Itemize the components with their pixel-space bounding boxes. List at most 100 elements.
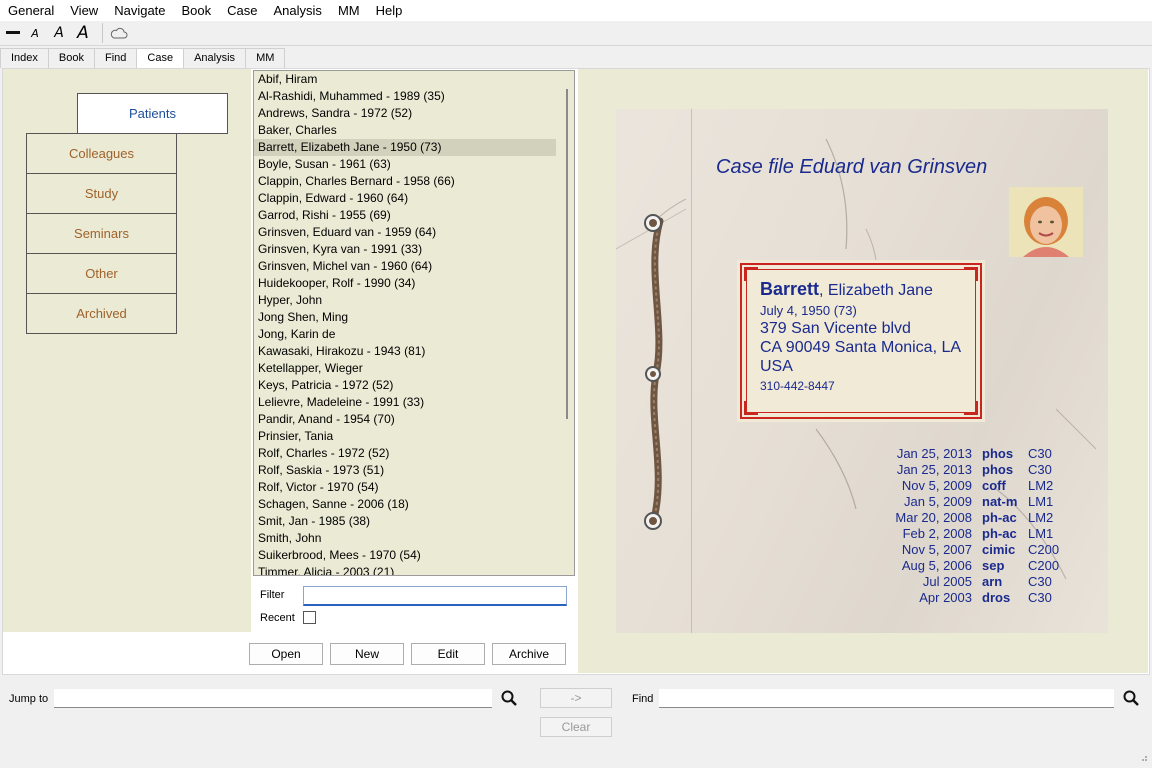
- patient-address-line1: 379 San Vicente blvd: [760, 320, 911, 337]
- history-row[interactable]: Mar 20, 2008 ph-ac LM2: [886, 510, 1086, 526]
- history-row[interactable]: Apr 2003 dros C30: [886, 590, 1086, 606]
- menu-analysis[interactable]: Analysis: [266, 0, 330, 21]
- case-file-cover[interactable]: Case file Eduard van Grinsven Barrett, E…: [616, 109, 1108, 633]
- tab-book[interactable]: Book: [47, 48, 95, 68]
- history-row[interactable]: Jul 2005 arn C30: [886, 574, 1086, 590]
- category-study[interactable]: Study: [26, 173, 177, 214]
- resize-grip-icon[interactable]: [1140, 751, 1148, 765]
- patient-list-item[interactable]: Huidekooper, Rolf - 1990 (34): [254, 275, 574, 292]
- recent-checkbox[interactable]: [303, 611, 316, 624]
- patient-list-item[interactable]: Garrod, Rishi - 1955 (69): [254, 207, 574, 224]
- history-row[interactable]: Jan 25, 2013 phos C30: [886, 446, 1086, 462]
- card-corner-ornament: [964, 401, 978, 415]
- history-date: Jan 5, 2009: [904, 494, 972, 509]
- patient-list-item[interactable]: Schagen, Sanne - 2006 (18): [254, 496, 574, 513]
- filter-input[interactable]: [303, 586, 567, 606]
- history-potency: C30: [1028, 446, 1052, 461]
- history-row[interactable]: Nov 5, 2007 cimic C200: [886, 542, 1086, 558]
- category-colleagues[interactable]: Colleagues: [26, 133, 177, 174]
- font-medium-icon[interactable]: A: [48, 22, 70, 44]
- tab-case[interactable]: Case: [136, 48, 185, 69]
- patient-list-item[interactable]: Timmer, Alicia - 2003 (21): [254, 564, 574, 575]
- find-search-icon[interactable]: [1121, 688, 1141, 708]
- patient-list-item[interactable]: Jong Shen, Ming: [254, 309, 574, 326]
- history-row[interactable]: Aug 5, 2006 sep C200: [886, 558, 1086, 574]
- history-row[interactable]: Jan 5, 2009 nat-m LM1: [886, 494, 1086, 510]
- patient-list-item[interactable]: Kawasaki, Hirakozu - 1943 (81): [254, 343, 574, 360]
- patient-list-item[interactable]: Rolf, Charles - 1972 (52): [254, 445, 574, 462]
- font-large-icon[interactable]: A: [72, 22, 94, 44]
- patient-list-item[interactable]: Abif, Hiram: [254, 71, 574, 88]
- patient-list-item[interactable]: Jong, Karin de: [254, 326, 574, 343]
- category-patients[interactable]: Patients: [77, 93, 228, 134]
- menu-general[interactable]: General: [0, 0, 62, 21]
- menu-view[interactable]: View: [62, 0, 106, 21]
- bottom-bar: Jump to -> Find Clear: [0, 677, 1152, 768]
- patient-list-item[interactable]: Rolf, Saskia - 1973 (51): [254, 462, 574, 479]
- patient-list-item[interactable]: Prinsier, Tania: [254, 428, 574, 445]
- jump-to-input[interactable]: [54, 689, 492, 708]
- patient-list-item[interactable]: Al-Rashidi, Muhammed - 1989 (35): [254, 88, 574, 105]
- history-row[interactable]: Feb 2, 2008 ph-ac LM1: [886, 526, 1086, 542]
- patient-list-item[interactable]: Keys, Patricia - 1972 (52): [254, 377, 574, 394]
- find-input[interactable]: [659, 689, 1114, 708]
- toolbar: A A A: [0, 21, 1152, 46]
- history-date: Mar 20, 2008: [895, 510, 972, 525]
- patient-list-item[interactable]: Smit, Jan - 1985 (38): [254, 513, 574, 530]
- tab-mm[interactable]: MM: [245, 48, 286, 68]
- patient-list-item[interactable]: Hyper, John: [254, 292, 574, 309]
- recent-label: Recent: [260, 612, 295, 624]
- patient-list-item[interactable]: Pandir, Anand - 1954 (70): [254, 411, 574, 428]
- patient-address-line2: CA 90049 Santa Monica, LA: [760, 339, 962, 356]
- category-archived[interactable]: Archived: [26, 293, 177, 334]
- new-button[interactable]: New: [330, 643, 404, 665]
- category-area: Archived Other Seminars Study Colleagues…: [3, 69, 251, 632]
- prescription-history: Jan 25, 2013 phos C30 Jan 25, 2013 phos C30 No…: [886, 446, 1086, 606]
- patient-list-item[interactable]: Clappin, Charles Bernard - 1958 (66): [254, 173, 574, 190]
- history-remedy: ph-ac: [982, 526, 1017, 541]
- edit-button[interactable]: Edit: [411, 643, 485, 665]
- menu-mm[interactable]: MM: [330, 0, 368, 21]
- menu-navigate[interactable]: Navigate: [106, 0, 173, 21]
- font-small-icon[interactable]: A: [24, 22, 46, 44]
- history-row[interactable]: Nov 5, 2009 coff LM2: [886, 478, 1086, 494]
- category-other[interactable]: Other: [26, 253, 177, 294]
- card-corner-ornament: [744, 401, 758, 415]
- patient-list-item[interactable]: Smith, John: [254, 530, 574, 547]
- patient-list-item[interactable]: Clappin, Edward - 1960 (64): [254, 190, 574, 207]
- patient-list-item[interactable]: Andrews, Sandra - 1972 (52): [254, 105, 574, 122]
- patient-phone: 310-442-8447: [760, 379, 835, 393]
- tab-find[interactable]: Find: [94, 48, 138, 68]
- patient-list-item[interactable]: Grinsven, Michel van - 1960 (64): [254, 258, 574, 275]
- patient-list-item[interactable]: Baker, Charles: [254, 122, 574, 139]
- history-potency: C30: [1028, 462, 1052, 477]
- list-scrollbar[interactable]: [566, 89, 568, 419]
- patient-list-item[interactable]: Boyle, Susan - 1961 (63): [254, 156, 574, 173]
- history-remedy: nat-m: [982, 494, 1018, 509]
- patient-list-item[interactable]: Lelievre, Madeleine - 1991 (33): [254, 394, 574, 411]
- patient-list-item[interactable]: Rolf, Victor - 1970 (54): [254, 479, 574, 496]
- patient-list-item[interactable]: Suikerbrood, Mees - 1970 (54): [254, 547, 574, 564]
- patient-list[interactable]: Abif, Hiram Al-Rashidi, Muhammed - 1989 (…: [253, 70, 575, 576]
- menu-case[interactable]: Case: [219, 0, 265, 21]
- clear-button[interactable]: Clear: [540, 717, 612, 737]
- patient-list-item[interactable]: Ketellapper, Wieger: [254, 360, 574, 377]
- archive-button[interactable]: Archive: [492, 643, 566, 665]
- cloud-icon[interactable]: [109, 22, 129, 44]
- minus-icon[interactable]: [4, 22, 22, 44]
- go-button[interactable]: ->: [540, 688, 612, 708]
- history-row[interactable]: Jan 25, 2013 phos C30: [886, 462, 1086, 478]
- patient-list-item[interactable]: Barrett, Elizabeth Jane - 1950 (73): [254, 139, 556, 156]
- main-tabs: Index Book Find Case Analysis MM: [0, 48, 286, 69]
- history-remedy: cimic: [982, 542, 1016, 557]
- tab-analysis[interactable]: Analysis: [183, 48, 247, 68]
- patient-list-item[interactable]: Grinsven, Kyra van - 1991 (33): [254, 241, 574, 258]
- search-icon[interactable]: [499, 688, 519, 708]
- patient-list-item[interactable]: Grinsven, Eduard van - 1959 (64): [254, 224, 574, 241]
- menu-book[interactable]: Book: [174, 0, 220, 21]
- category-seminars[interactable]: Seminars: [26, 213, 177, 254]
- open-button[interactable]: Open: [249, 643, 323, 665]
- tab-index[interactable]: Index: [0, 48, 49, 68]
- menu-help[interactable]: Help: [368, 0, 411, 21]
- history-potency: C30: [1028, 574, 1052, 589]
